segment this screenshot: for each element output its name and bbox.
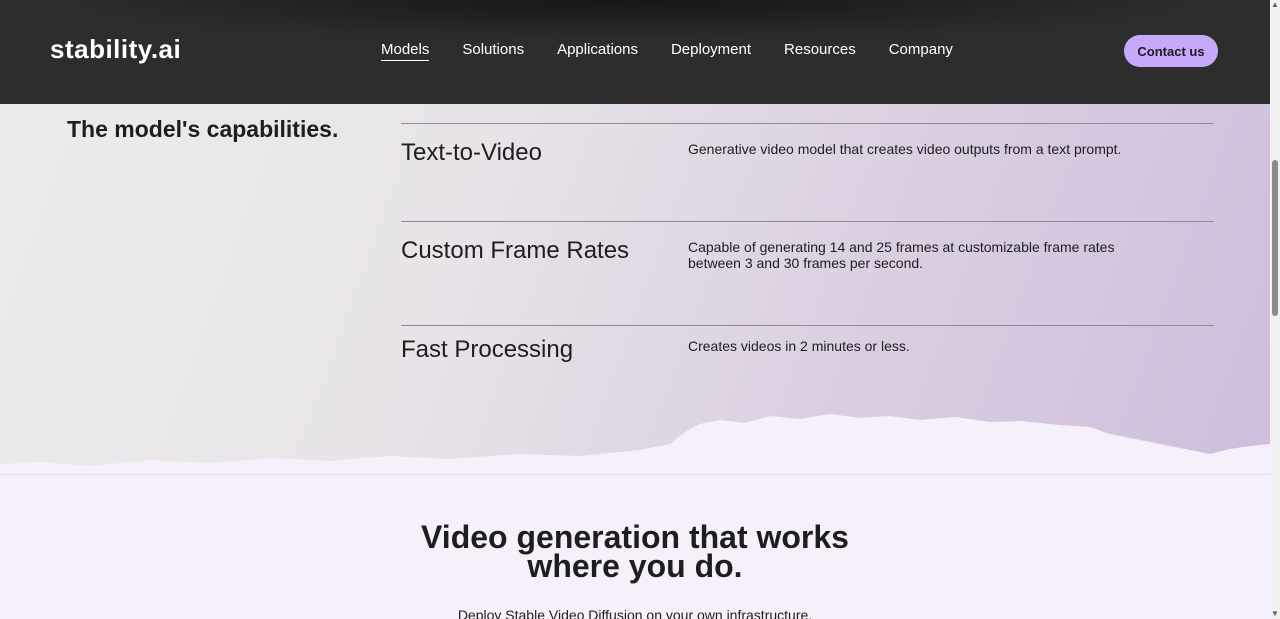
main-nav: Models Solutions Applications Deployment… [381, 41, 986, 61]
header-glow [40, 0, 1220, 40]
contact-us-button[interactable]: Contact us [1124, 35, 1218, 67]
deploy-heading: Video generation that works where you do… [0, 519, 1270, 584]
capabilities-section: The model's capabilities. Text-to-Video … [0, 104, 1270, 474]
capability-name: Fast Processing [401, 336, 574, 363]
deploy-subtitle: Deploy Stable Video Diffusion on your ow… [457, 607, 813, 619]
nav-deployment[interactable]: Deployment [671, 41, 751, 61]
logo[interactable]: stability.ai [50, 34, 181, 65]
nav-solutions[interactable]: Solutions [462, 41, 524, 61]
deploy-heading-text: Video generation that works where you do… [421, 519, 849, 584]
divider [401, 221, 1214, 222]
capabilities-title: The model's capabilities. [67, 116, 339, 142]
vertical-scrollbar[interactable]: ▲ ▼ [1270, 0, 1280, 619]
deploy-section: Video generation that works where you do… [0, 474, 1270, 619]
nav-resources[interactable]: Resources [784, 41, 856, 61]
nav-models[interactable]: Models [381, 41, 430, 61]
capability-description: Capable of generating 14 and 25 frames a… [688, 239, 1115, 271]
scroll-down-arrow-icon[interactable]: ▼ [1271, 609, 1279, 619]
scroll-up-arrow-icon[interactable]: ▲ [1271, 0, 1279, 10]
capability-description: Generative video model that creates vide… [688, 141, 1122, 157]
divider [401, 123, 1214, 124]
site-header: stability.ai Models Solutions Applicatio… [0, 0, 1270, 104]
capability-name: Custom Frame Rates [401, 237, 630, 264]
capability-description: Creates videos in 2 minutes or less. [688, 338, 910, 354]
nav-company[interactable]: Company [889, 41, 953, 61]
torn-edge-divider [0, 414, 1270, 474]
scroll-thumb[interactable] [1272, 160, 1278, 316]
divider [401, 325, 1214, 326]
capability-name: Text-to-Video [401, 139, 542, 166]
nav-applications[interactable]: Applications [557, 41, 638, 61]
